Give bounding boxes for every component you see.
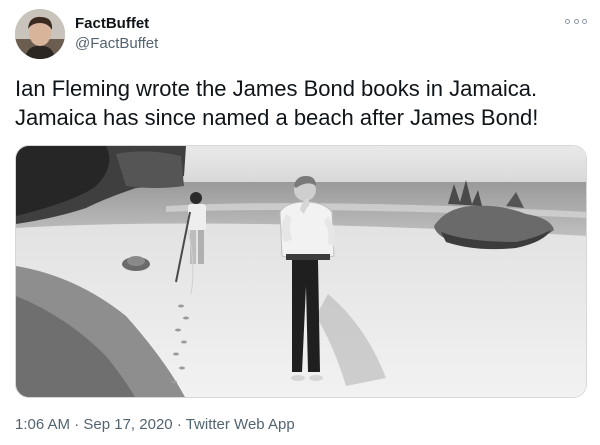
more-dot (573, 18, 579, 24)
tweet-photo[interactable] (15, 145, 587, 398)
author-display-name[interactable]: FactBuffet (75, 15, 149, 32)
avatar-photo (15, 9, 65, 59)
tweet-card: FactBuffet @FactBuffet Ian Fleming wrote… (0, 0, 600, 445)
tweet-text: Ian Fleming wrote the James Bond books i… (15, 74, 585, 132)
tweet-timestamp-date[interactable]: Sep 17, 2020 (83, 416, 172, 433)
more-options-icon[interactable] (565, 14, 587, 28)
author-avatar[interactable] (15, 9, 65, 59)
tweet-metadata: 1:06 AM · Sep 17, 2020 · Twitter Web App (15, 416, 295, 433)
meta-separator: · (74, 416, 80, 433)
tweet-source-link[interactable]: Twitter Web App (186, 416, 295, 433)
meta-separator: · (176, 416, 182, 433)
tweet-text-line: Ian Fleming wrote the James Bond books i… (15, 76, 538, 101)
beach-photo-image (16, 146, 586, 397)
author-handle[interactable]: @FactBuffet (75, 35, 158, 52)
more-dot (582, 18, 587, 24)
more-dot (565, 18, 570, 24)
tweet-timestamp-time[interactable]: 1:06 AM (15, 416, 70, 433)
tweet-text-line: Jamaica has since named a beach after Ja… (15, 105, 539, 130)
